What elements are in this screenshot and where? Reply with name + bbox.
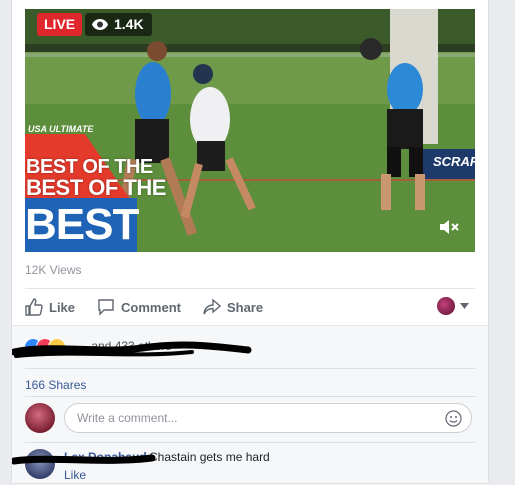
comment-placeholder: Write a comment... [77,411,178,425]
divider [25,442,475,443]
post-card: LIVE 1.4K USA ULTIMATE BEST OF THE BEST … [11,0,489,482]
live-video-player[interactable]: LIVE 1.4K USA ULTIMATE BEST OF THE BEST … [25,9,475,252]
brand-logo: USA ULTIMATE [28,124,94,134]
banner-text: SCRAFT [433,154,475,169]
divider [25,396,475,397]
eye-icon [92,19,108,30]
mute-button[interactable] [439,218,461,236]
share-icon [203,298,221,315]
comment-label: Comment [121,299,181,315]
views-count: 12K Views [25,263,82,277]
comment-button[interactable]: Comment [97,298,181,316]
shares-count[interactable]: 166 Shares [25,378,86,392]
share-label: Share [226,299,264,315]
post-as-selector[interactable] [437,297,469,315]
comment-like-link[interactable]: Like [64,468,86,482]
haha-reaction-icon [48,338,66,356]
like-button[interactable]: Like [25,298,75,316]
brand-title-line2: BEST OF THE [26,175,166,200]
post-actions-bar: Like Comment Share [25,288,475,325]
avatar [25,449,55,479]
brand-title-best: BEST [25,198,139,252]
comment-icon [98,299,114,316]
viewer-count: 1.4K [114,16,144,32]
like-label: Like [49,299,76,315]
share-button[interactable]: Share [203,298,263,316]
comment-input[interactable]: Write a comment... [64,403,472,433]
muted-speaker-icon [440,220,459,234]
comment-author[interactable]: Lex Donabaud [64,450,147,464]
comment-text: Chastain gets me hard [149,450,270,464]
divider [25,368,475,369]
avatar [25,403,55,433]
comment-item: Lex Donabaud Chastain gets me hard Like [25,449,475,485]
thumbs-up-icon [25,298,43,316]
live-badge: LIVE [37,13,83,36]
post-summary: … and 433 others 166 Shares Write a comm… [12,325,488,482]
brand-title-line1: BEST OF THE [26,156,153,178]
viewer-count-badge: 1.4K [85,13,152,36]
avatar [437,297,455,315]
emoji-icon[interactable] [445,410,462,427]
chevron-down-icon [460,303,469,309]
reactions-text: … and 433 others [76,339,172,353]
